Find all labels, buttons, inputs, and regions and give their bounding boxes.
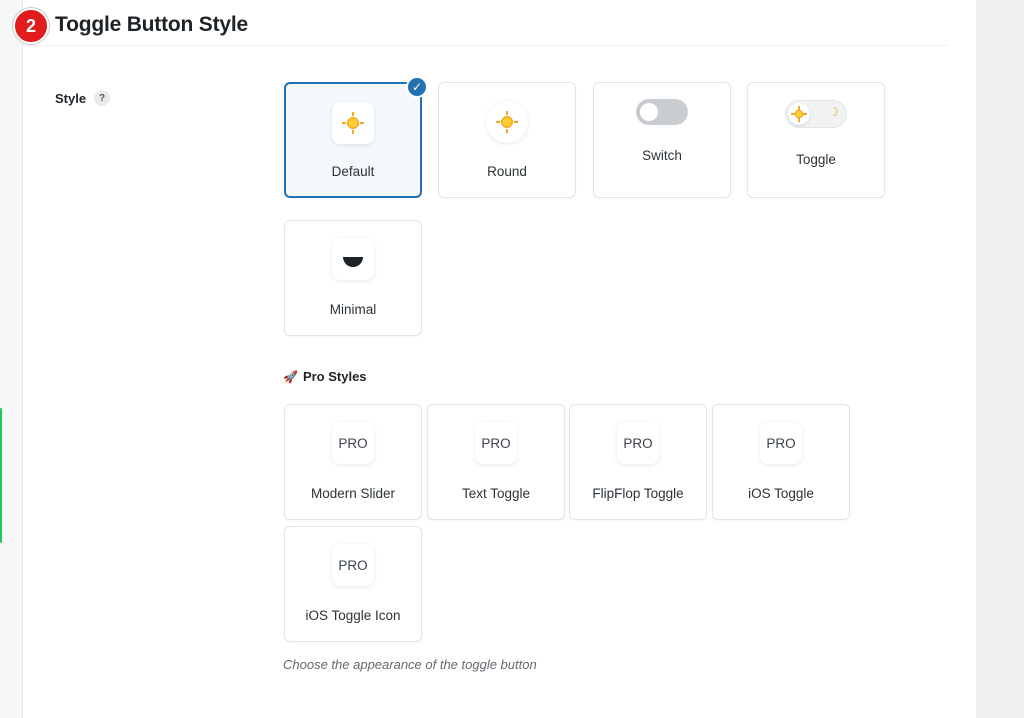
pro-option-label: Modern Slider <box>310 486 396 501</box>
pro-option-label: Text Toggle <box>461 486 531 501</box>
pro-badge: PRO <box>617 422 659 464</box>
sun-icon <box>332 102 374 144</box>
pro-badge: PRO <box>332 422 374 464</box>
sun-moon-toggle-icon: ☽ <box>785 100 847 128</box>
style-option-default[interactable]: Default ✓ <box>284 76 428 198</box>
style-option-label: Round <box>487 164 527 179</box>
pro-styles-heading: 🚀 Pro Styles <box>283 369 367 384</box>
style-option-label: Toggle <box>796 152 836 167</box>
style-label-text: Style <box>55 90 87 106</box>
pro-badge: PRO <box>475 422 517 464</box>
settings-panel: 2 Toggle Button Style Style ? Default ✓ … <box>13 0 976 718</box>
pro-badge: PRO <box>760 422 802 464</box>
pro-option-ios-toggle-icon[interactable]: PRO iOS Toggle Icon <box>284 526 422 642</box>
pro-styles-title: Pro Styles <box>302 369 367 384</box>
sidebar-accent-bar <box>0 408 2 543</box>
check-icon: ✓ <box>406 76 428 98</box>
section-title: Toggle Button Style <box>55 13 248 36</box>
style-option-label: Default <box>331 164 375 179</box>
style-option-label: Minimal <box>329 302 377 317</box>
half-moon-icon <box>332 238 374 280</box>
pro-option-label: iOS Toggle <box>748 486 814 501</box>
step-badge: 2 <box>13 8 49 44</box>
style-option-toggle[interactable]: ☽ Toggle <box>747 82 885 198</box>
style-option-switch[interactable]: Switch <box>593 82 731 198</box>
help-icon[interactable]: ? <box>94 90 111 106</box>
rocket-icon: 🚀 <box>283 369 298 384</box>
field-description: Choose the appearance of the toggle butt… <box>283 657 537 672</box>
pro-option-flipflop-toggle[interactable]: PRO FlipFlop Toggle <box>569 404 707 520</box>
pro-option-label: iOS Toggle Icon <box>305 608 401 623</box>
admin-sidebar-edge <box>0 0 22 718</box>
style-option-minimal[interactable]: Minimal <box>284 220 422 336</box>
style-field-label: Style ? <box>55 90 111 106</box>
switch-icon <box>636 99 688 125</box>
right-gutter <box>976 0 1024 718</box>
pro-option-ios-toggle[interactable]: PRO iOS Toggle <box>712 404 850 520</box>
pro-option-label: FlipFlop Toggle <box>592 486 684 501</box>
style-option-label: Switch <box>642 148 682 163</box>
style-option-round[interactable]: Round <box>438 82 576 198</box>
pro-option-text-toggle[interactable]: PRO Text Toggle <box>427 404 565 520</box>
sun-icon <box>486 101 528 143</box>
pro-option-modern-slider[interactable]: PRO Modern Slider <box>284 404 422 520</box>
pro-badge: PRO <box>332 544 374 586</box>
section-header: 2 Toggle Button Style <box>13 0 947 46</box>
